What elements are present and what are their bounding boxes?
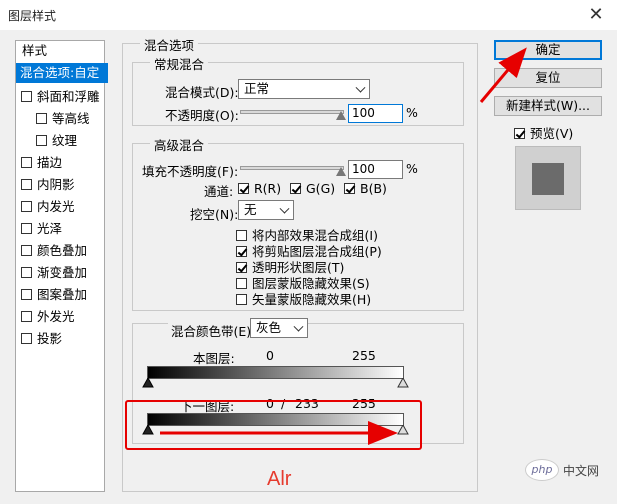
- layer-style-dialog: 图层样式 ✕ 样式 混合选项:自定 斜面和浮雕 等高线 纹理 描边 内阴影 内发…: [0, 0, 617, 504]
- watermark-text: 中文网: [563, 463, 600, 478]
- annotation-arrows: [160, 47, 527, 445]
- watermark: php 中文网: [525, 458, 599, 482]
- annotation-text: Alr: [267, 468, 292, 490]
- arrow-to-ok-icon: [479, 47, 527, 103]
- php-logo: php: [525, 459, 559, 481]
